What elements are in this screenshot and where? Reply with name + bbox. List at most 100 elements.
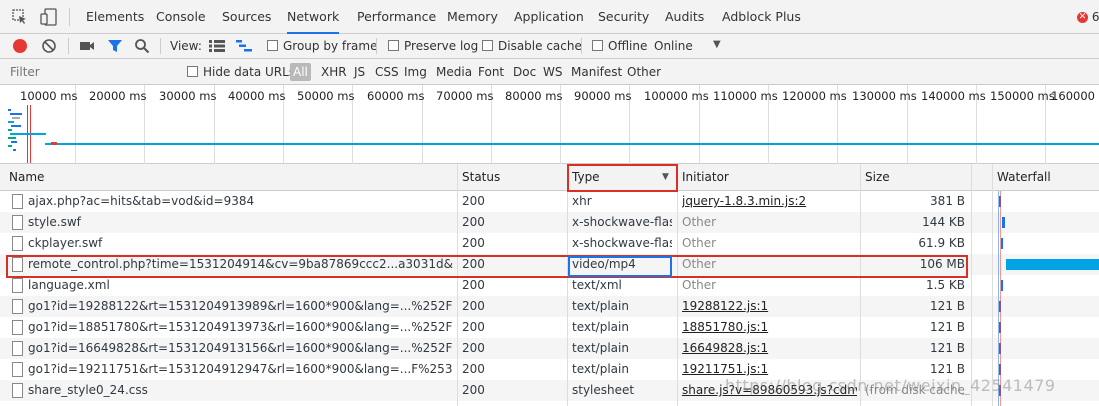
filter-type-css[interactable]: CSS (375, 59, 399, 85)
timeline-tick-label: 50000 ms (297, 89, 355, 103)
column-status[interactable]: Status (457, 164, 500, 191)
request-type: xhr (572, 194, 592, 208)
divider (581, 38, 582, 54)
inspect-element-icon[interactable] (12, 9, 28, 25)
group-by-frame-label: Group by frame (283, 39, 378, 53)
throttling-select[interactable]: Online (654, 34, 693, 58)
request-type: text/xml (572, 278, 622, 292)
waterfall-view-icon[interactable] (236, 40, 252, 52)
file-icon (12, 320, 23, 335)
request-status: 200 (462, 194, 485, 208)
filter-type-font[interactable]: Font (478, 59, 504, 85)
divider (69, 8, 70, 26)
request-status: 200 (462, 320, 485, 334)
tab-memory[interactable]: Memory (447, 0, 498, 34)
waterfall-bar (1001, 280, 1003, 291)
tab-network[interactable]: Network (287, 0, 340, 34)
request-name: go1?id=16649828&rt=1531204913156&rl=1600… (28, 341, 453, 355)
request-status: 200 (462, 278, 485, 292)
column-divider[interactable] (971, 164, 972, 406)
offline-checkbox[interactable] (592, 40, 603, 51)
large-rows-icon[interactable] (209, 40, 225, 52)
error-count: 6 (1091, 10, 1099, 24)
request-size: 381 B (930, 194, 965, 208)
timeline-tick-label: 10000 ms (20, 89, 78, 103)
filter-type-other[interactable]: Other (627, 59, 661, 85)
waterfall-bar (1002, 217, 1005, 228)
preserve-log-checkbox[interactable] (388, 40, 399, 51)
table-row[interactable]: ajax.php?ac=hits&tab=vod&id=9384 200 xhr jq… (0, 191, 1099, 212)
timeline-tick-label: 90000 ms (574, 89, 632, 103)
clear-icon[interactable] (41, 38, 57, 54)
screenshot-camera-icon[interactable] (79, 39, 95, 53)
column-waterfall[interactable]: Waterfall (992, 164, 1051, 191)
overview-request-bars (8, 109, 46, 151)
tab-elements[interactable]: Elements (86, 0, 144, 34)
filter-type-manifest[interactable]: Manifest (571, 59, 622, 85)
table-row[interactable]: go1?id=16649828&rt=1531204913156&rl=1600… (0, 338, 1099, 359)
tab-audits[interactable]: Audits (665, 0, 704, 34)
chevron-down-icon[interactable]: ▼ (713, 39, 721, 50)
request-status: 200 (462, 383, 485, 397)
request-status: 200 (462, 362, 485, 376)
disable-cache-checkbox[interactable] (482, 40, 493, 51)
column-initiator[interactable]: Initiator (677, 164, 729, 191)
timeline-tick-label: 140000 ms (921, 89, 986, 103)
column-divider[interactable] (677, 164, 678, 406)
tab-performance[interactable]: Performance (357, 0, 436, 34)
request-name: go1?id=19288122&rt=1531204913989&rl=1600… (28, 299, 453, 313)
filter-type-ws[interactable]: WS (543, 59, 562, 85)
filter-type-js[interactable]: JS (354, 59, 365, 85)
filter-type-media[interactable]: Media (436, 59, 472, 85)
tab-application[interactable]: Application (514, 0, 584, 34)
filter-type-doc[interactable]: Doc (513, 59, 536, 85)
record-button[interactable] (13, 39, 27, 53)
request-initiator: Other (682, 236, 717, 250)
column-divider[interactable] (567, 164, 568, 406)
request-initiator: Other (682, 278, 717, 292)
table-row[interactable]: ckplayer.swf 200 x-shockwave-flash Other 61.… (0, 233, 1099, 254)
filter-type-xhr[interactable]: XHR (321, 59, 347, 85)
file-icon (12, 236, 23, 251)
column-divider[interactable] (992, 164, 993, 406)
filter-funnel-icon[interactable] (107, 38, 123, 54)
waterfall-dom-line (998, 191, 999, 406)
network-overview-timeline[interactable]: 10000 ms 20000 ms 30000 ms 40000 ms 50000 ms… (0, 85, 1099, 164)
group-by-frame-checkbox[interactable] (267, 40, 278, 51)
tab-console[interactable]: Console (156, 0, 206, 34)
waterfall-bar (1001, 238, 1003, 249)
request-initiator[interactable]: jquery-1.8.3.min.js:2 (682, 191, 857, 212)
request-initiator[interactable]: 18851780.js:1 (682, 317, 857, 338)
table-row[interactable]: language.xml 200 text/xml Other 1.5 KB (0, 275, 1099, 296)
timeline-tick-label: 70000 ms (436, 89, 494, 103)
error-badge[interactable]: ✕ 6 (1077, 9, 1099, 25)
view-label: View: (170, 39, 202, 53)
search-icon[interactable] (134, 38, 150, 54)
request-initiator[interactable]: 16649828.js:1 (682, 338, 857, 359)
filter-input[interactable] (6, 62, 171, 82)
tab-adblock-plus[interactable]: Adblock Plus (722, 0, 801, 34)
timeline-tick-label: 130000 ms (852, 89, 917, 103)
filter-type-img[interactable]: Img (404, 59, 427, 85)
network-toolbar: View: Group by frame Preserve log Disabl… (0, 34, 1099, 59)
tab-sources[interactable]: Sources (222, 0, 271, 34)
tab-security[interactable]: Security (598, 0, 649, 34)
column-name[interactable]: Name (4, 164, 44, 191)
request-initiator: Other (682, 215, 717, 229)
column-size[interactable]: Size (860, 164, 890, 191)
table-row[interactable]: style.swf 200 x-shockwave-flash Other 144 KB (0, 212, 1099, 233)
column-divider[interactable] (860, 164, 861, 406)
request-initiator[interactable]: 19288122.js:1 (682, 296, 857, 317)
request-type: text/plain (572, 341, 629, 355)
table-row[interactable]: go1?id=19288122&rt=1531204913989&rl=1600… (0, 296, 1099, 317)
filter-type-all[interactable]: All (290, 63, 311, 81)
waterfall-load-line (1000, 191, 1001, 406)
request-type: stylesheet (572, 383, 635, 397)
hide-data-urls-checkbox[interactable] (187, 66, 198, 77)
table-row[interactable]: go1?id=18851780&rt=1531204913973&rl=1600… (0, 317, 1099, 338)
device-toolbar-icon[interactable] (40, 8, 58, 26)
request-status: 200 (462, 299, 485, 313)
request-type: x-shockwave-flash (572, 236, 672, 250)
timeline-tick-label: 30000 ms (159, 89, 217, 103)
column-divider[interactable] (457, 164, 458, 406)
